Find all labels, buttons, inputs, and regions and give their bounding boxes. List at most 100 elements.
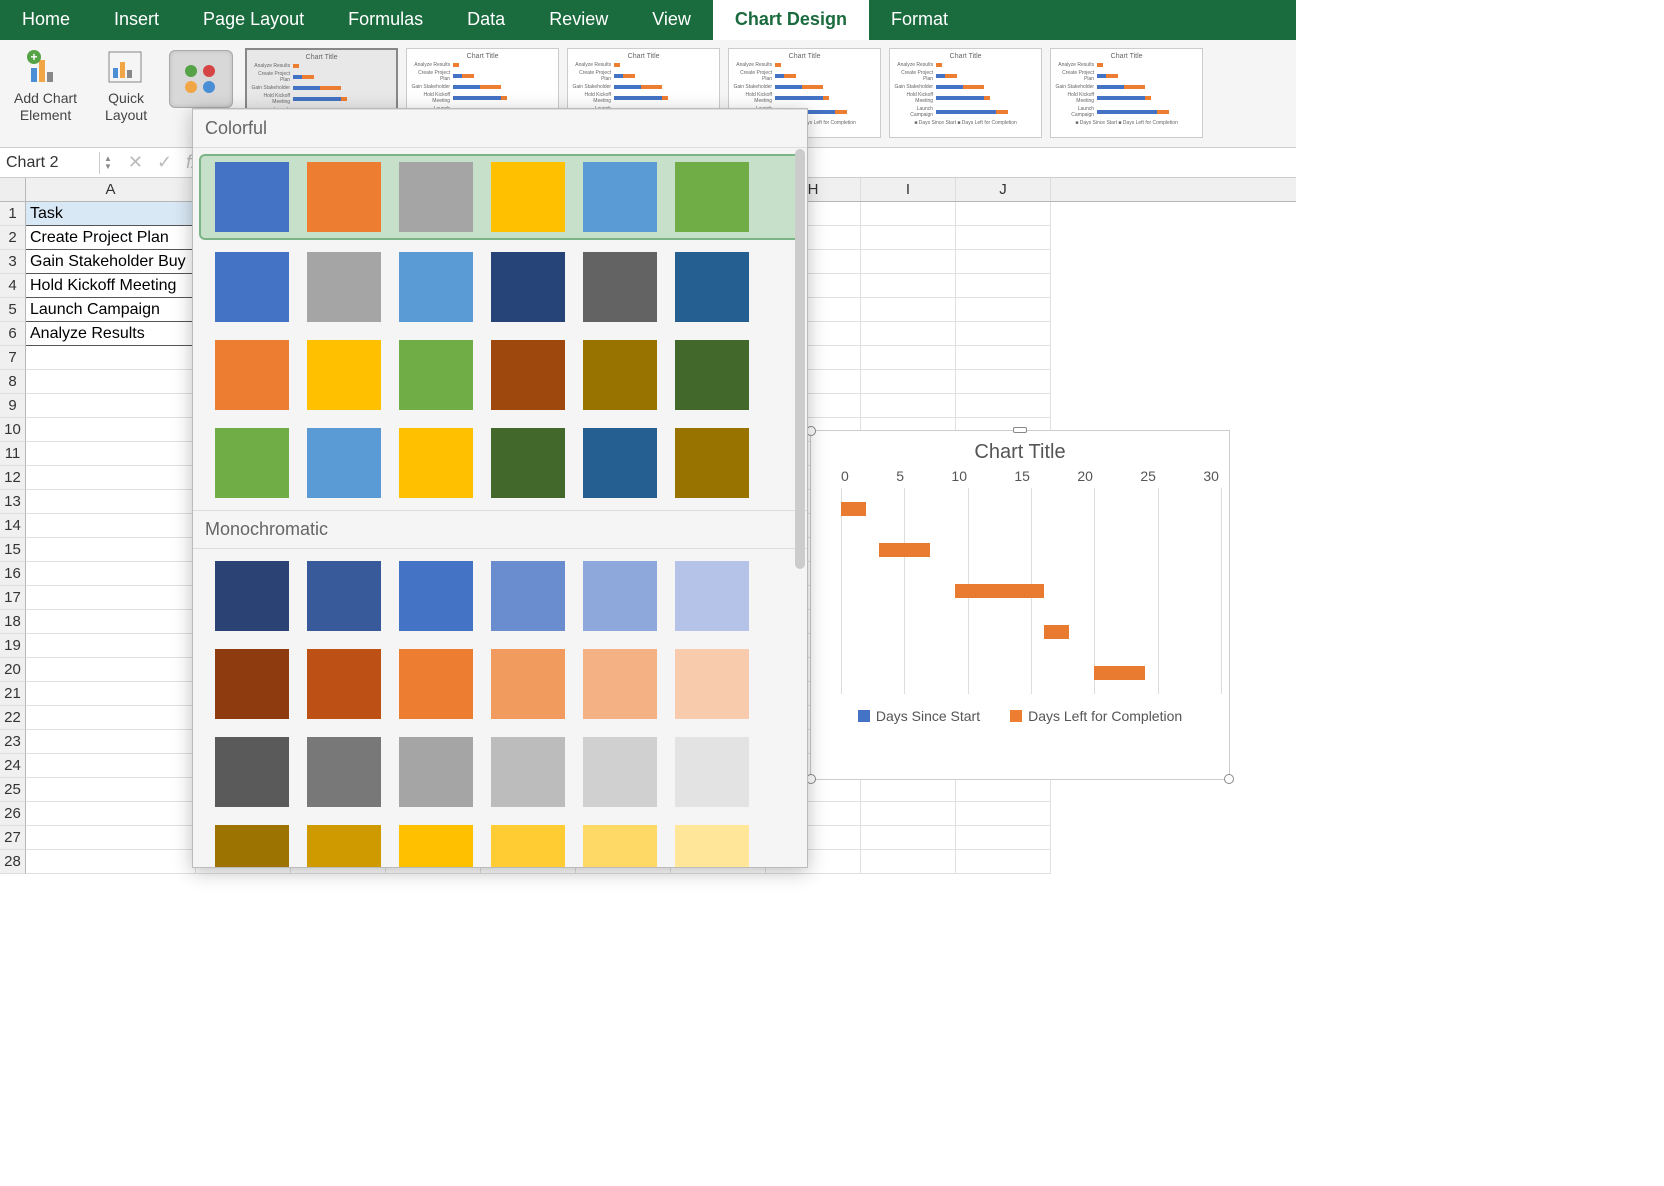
row-header[interactable]: 22: [0, 706, 26, 730]
cell[interactable]: [26, 778, 196, 802]
cell[interactable]: [956, 802, 1051, 826]
cell[interactable]: [26, 682, 196, 706]
cell[interactable]: [26, 730, 196, 754]
namebox-spinner[interactable]: ▲▼: [100, 155, 116, 171]
col-header-J[interactable]: J: [956, 178, 1051, 201]
dropdown-scrollbar[interactable]: [795, 149, 805, 569]
chart-bar[interactable]: [1044, 625, 1069, 639]
row-header[interactable]: 5: [0, 298, 26, 322]
row-header[interactable]: 27: [0, 826, 26, 850]
row-header[interactable]: 1: [0, 202, 26, 226]
cell[interactable]: [956, 850, 1051, 874]
chart-bar[interactable]: [955, 584, 1044, 598]
row-header[interactable]: 20: [0, 658, 26, 682]
cell[interactable]: Launch Campaign: [26, 298, 196, 322]
cell[interactable]: Task: [26, 202, 196, 226]
tab-home[interactable]: Home: [0, 0, 92, 40]
cell[interactable]: [956, 298, 1051, 322]
cell[interactable]: [26, 466, 196, 490]
row-header[interactable]: 16: [0, 562, 26, 586]
tab-review[interactable]: Review: [527, 0, 630, 40]
tab-page-layout[interactable]: Page Layout: [181, 0, 326, 40]
tab-format[interactable]: Format: [869, 0, 970, 40]
quick-layout-button[interactable]: Quick Layout: [101, 46, 151, 126]
cell[interactable]: [956, 778, 1051, 802]
row-header[interactable]: 24: [0, 754, 26, 778]
tab-view[interactable]: View: [630, 0, 713, 40]
cell[interactable]: [26, 490, 196, 514]
cell[interactable]: [861, 322, 956, 346]
change-colors-button[interactable]: [169, 50, 233, 108]
cell[interactable]: [26, 610, 196, 634]
row-header[interactable]: 7: [0, 346, 26, 370]
row-header[interactable]: 6: [0, 322, 26, 346]
cell[interactable]: [956, 274, 1051, 298]
color-scheme-option[interactable]: [193, 334, 807, 416]
cell[interactable]: [861, 850, 956, 874]
cancel-formula-icon[interactable]: ✕: [128, 152, 143, 173]
chart-bar[interactable]: [879, 543, 930, 557]
row-header[interactable]: 17: [0, 586, 26, 610]
chart-style-option[interactable]: Chart TitleAnalyze ResultsCreate Project…: [1050, 48, 1203, 138]
row-header[interactable]: 8: [0, 370, 26, 394]
chart-style-option[interactable]: Chart TitleAnalyze ResultsCreate Project…: [889, 48, 1042, 138]
cell[interactable]: [26, 514, 196, 538]
cell[interactable]: [861, 802, 956, 826]
cell[interactable]: Create Project Plan: [26, 226, 196, 250]
embedded-chart[interactable]: Chart Title 051015202530 Days Since Star…: [810, 430, 1230, 780]
cell[interactable]: [861, 370, 956, 394]
cell[interactable]: [956, 346, 1051, 370]
tab-formulas[interactable]: Formulas: [326, 0, 445, 40]
cell[interactable]: [26, 394, 196, 418]
row-header[interactable]: 12: [0, 466, 26, 490]
row-header[interactable]: 3: [0, 250, 26, 274]
row-header[interactable]: 25: [0, 778, 26, 802]
row-header[interactable]: 2: [0, 226, 26, 250]
col-header-A[interactable]: A: [26, 178, 196, 201]
row-header[interactable]: 4: [0, 274, 26, 298]
row-header[interactable]: 18: [0, 610, 26, 634]
chart-title[interactable]: Chart Title: [811, 431, 1229, 468]
chart-resize-handle[interactable]: [1013, 427, 1027, 433]
name-box[interactable]: Chart 2: [0, 152, 100, 174]
cell[interactable]: [26, 850, 196, 874]
color-scheme-option[interactable]: [193, 731, 807, 813]
color-scheme-option[interactable]: [193, 643, 807, 725]
cell[interactable]: [26, 538, 196, 562]
cell[interactable]: [861, 298, 956, 322]
cell[interactable]: [26, 346, 196, 370]
color-scheme-option[interactable]: [193, 555, 807, 637]
color-scheme-option[interactable]: [193, 246, 807, 328]
cell[interactable]: [26, 418, 196, 442]
cell[interactable]: [26, 754, 196, 778]
cell[interactable]: [956, 370, 1051, 394]
cell[interactable]: [956, 826, 1051, 850]
add-chart-element-button[interactable]: + Add Chart Element: [10, 46, 81, 126]
cell[interactable]: [26, 442, 196, 466]
cell[interactable]: [861, 202, 956, 226]
cell[interactable]: [861, 778, 956, 802]
tab-insert[interactable]: Insert: [92, 0, 181, 40]
row-header[interactable]: 15: [0, 538, 26, 562]
select-all-corner[interactable]: [0, 178, 26, 201]
row-header[interactable]: 19: [0, 634, 26, 658]
color-scheme-option[interactable]: [193, 422, 807, 504]
cell[interactable]: Hold Kickoff Meeting: [26, 274, 196, 298]
chart-resize-handle[interactable]: [1224, 774, 1234, 784]
cell[interactable]: [26, 562, 196, 586]
cell[interactable]: [861, 226, 956, 250]
cell[interactable]: [956, 322, 1051, 346]
confirm-formula-icon[interactable]: ✓: [157, 152, 172, 173]
cell[interactable]: [861, 826, 956, 850]
chart-bar[interactable]: [841, 502, 866, 516]
cell[interactable]: [861, 274, 956, 298]
cell[interactable]: [861, 346, 956, 370]
cell[interactable]: [26, 826, 196, 850]
row-header[interactable]: 28: [0, 850, 26, 874]
row-header[interactable]: 13: [0, 490, 26, 514]
cell[interactable]: Analyze Results: [26, 322, 196, 346]
cell[interactable]: [956, 250, 1051, 274]
cell[interactable]: [26, 586, 196, 610]
cell[interactable]: [26, 706, 196, 730]
cell[interactable]: [26, 802, 196, 826]
